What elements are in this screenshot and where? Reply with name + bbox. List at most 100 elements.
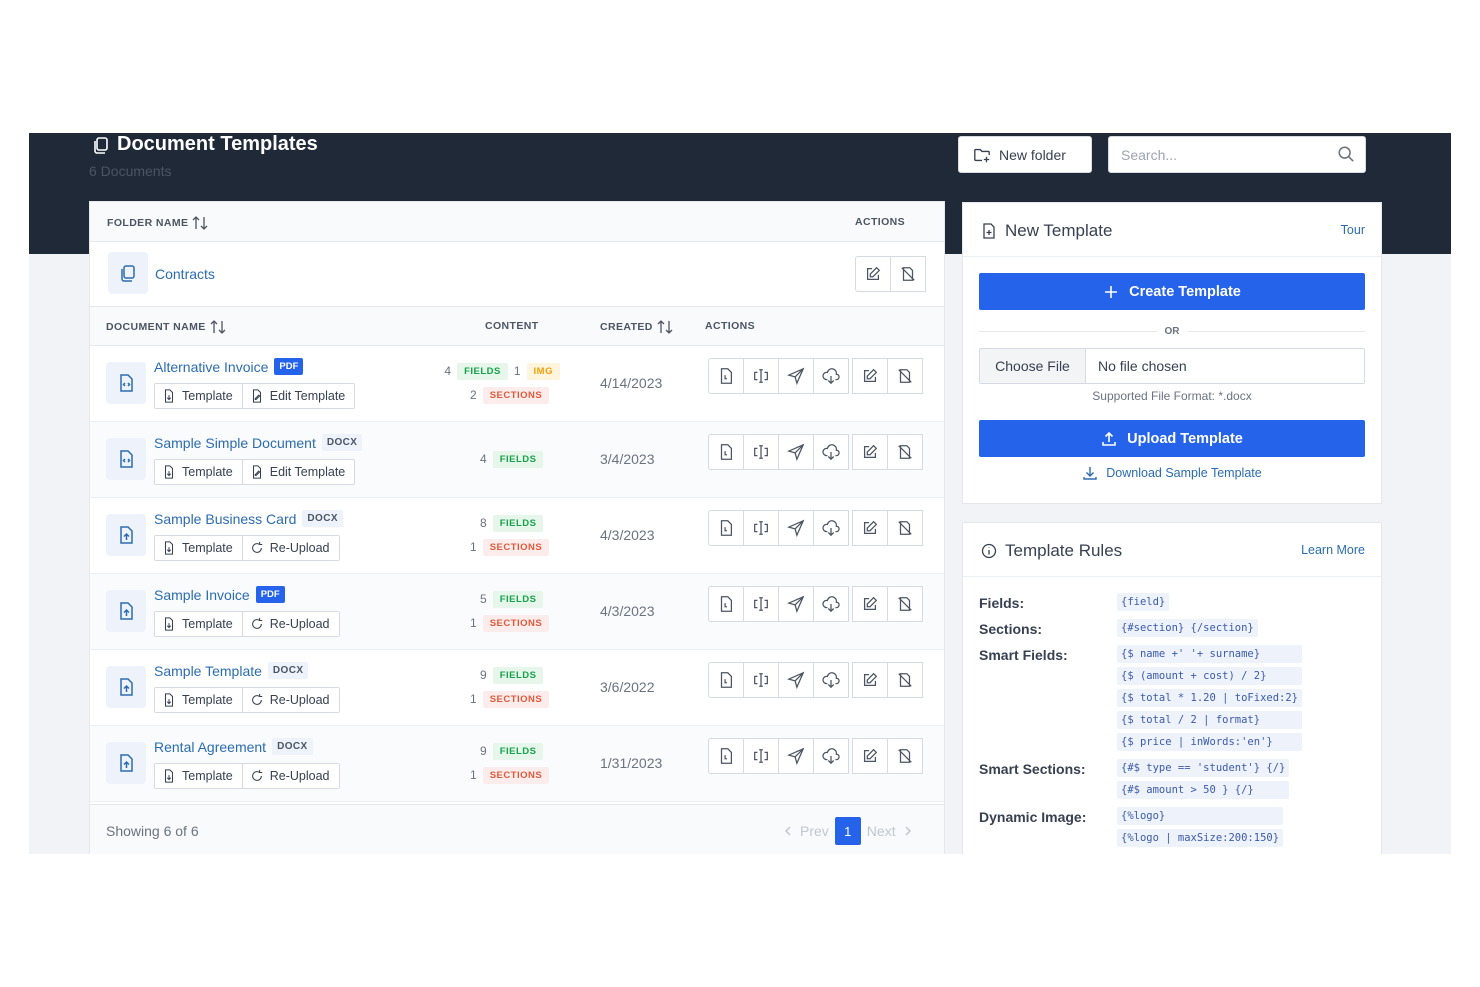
- table-row[interactable]: Rental Agreement DOCX Template Re-Upload …: [90, 726, 944, 802]
- delete-icon: [901, 267, 915, 281]
- sort-icon: [657, 320, 673, 334]
- folder-row[interactable]: Contracts: [90, 242, 944, 306]
- fields-editor-button[interactable]: [743, 510, 779, 546]
- send-button[interactable]: [778, 586, 814, 622]
- template-download-button[interactable]: Template: [155, 536, 242, 560]
- learn-more-link[interactable]: Learn More: [1301, 543, 1365, 557]
- document-name[interactable]: Sample Business Card DOCX: [154, 510, 343, 527]
- fields-tag: FIELDS: [492, 666, 544, 684]
- cloud-download-button[interactable]: [813, 586, 849, 622]
- table-row[interactable]: Sample Invoice PDF Template Re-Upload 5 FI…: [90, 574, 944, 650]
- send-button[interactable]: [778, 510, 814, 546]
- cloud-download-button[interactable]: [813, 434, 849, 470]
- table-row[interactable]: Sample Template DOCX Template Re-Upload 9…: [90, 650, 944, 726]
- sections-tag: SECTIONS: [482, 690, 550, 708]
- table-row[interactable]: Alternative Invoice PDF Template Edit Tem…: [90, 346, 944, 422]
- delete-button[interactable]: [887, 586, 923, 622]
- table-row[interactable]: Sample Simple Document DOCX Template Edit…: [90, 422, 944, 498]
- folder-name[interactable]: Contracts: [155, 266, 215, 282]
- preview-button[interactable]: [708, 434, 744, 470]
- edit-template-button[interactable]: Edit Template: [241, 384, 355, 408]
- preview-button[interactable]: [708, 510, 744, 546]
- template-download-button[interactable]: Template: [155, 460, 242, 484]
- send-button[interactable]: [778, 358, 814, 394]
- reupload-button[interactable]: Re-Upload: [241, 688, 339, 712]
- upload-template-button[interactable]: Upload Template: [979, 420, 1365, 457]
- page-1-button[interactable]: 1: [834, 817, 861, 845]
- rule-label: Dynamic Image:: [979, 809, 1087, 825]
- search-icon[interactable]: [1337, 145, 1355, 163]
- edit-button[interactable]: [852, 510, 888, 546]
- tour-link[interactable]: Tour: [1341, 223, 1365, 237]
- template-button-label: Template: [182, 693, 233, 707]
- fields-editor-button[interactable]: [743, 586, 779, 622]
- cloud-download-button[interactable]: [813, 738, 849, 774]
- choose-file-button[interactable]: Choose File: [980, 349, 1086, 383]
- document-table-header: DOCUMENT NAME CONTENT CREATED ACTIONS: [90, 306, 944, 346]
- next-page-button[interactable]: Next: [867, 823, 896, 839]
- new-folder-button[interactable]: New folder: [958, 136, 1092, 173]
- fields-editor-button[interactable]: [743, 434, 779, 470]
- send-button[interactable]: [778, 738, 814, 774]
- document-name[interactable]: Alternative Invoice PDF: [154, 358, 304, 375]
- folder-name-header[interactable]: FOLDER NAME: [107, 216, 208, 230]
- plus-icon: [1105, 285, 1118, 298]
- reupload-button[interactable]: Re-Upload: [241, 764, 339, 788]
- rule-dynamic-image: Dynamic Image: {%logo} {%logo | maxSize:…: [979, 807, 1369, 847]
- preview-button[interactable]: [708, 586, 744, 622]
- delete-button[interactable]: [887, 510, 923, 546]
- sections-count: 1: [470, 540, 477, 554]
- file-input[interactable]: Choose File No file chosen: [979, 348, 1365, 384]
- template-button-label: Template: [182, 465, 233, 479]
- table-row[interactable]: Sample Business Card DOCX Template Re-Upl…: [90, 498, 944, 574]
- reupload-button[interactable]: Re-Upload: [241, 612, 339, 636]
- document-name[interactable]: Rental Agreement DOCX: [154, 738, 313, 755]
- created-header[interactable]: CREATED: [600, 320, 673, 334]
- file-download-icon: [164, 693, 174, 707]
- template-download-button[interactable]: Template: [155, 384, 242, 408]
- delete-button[interactable]: [887, 662, 923, 698]
- cloud-download-button[interactable]: [813, 510, 849, 546]
- download-sample-link[interactable]: Download Sample Template: [979, 465, 1365, 481]
- edit-folder-button[interactable]: [855, 256, 891, 292]
- document-name-header[interactable]: DOCUMENT NAME: [106, 320, 226, 334]
- preview-button[interactable]: [708, 738, 744, 774]
- template-button-label: Template: [182, 617, 233, 631]
- cloud-download-button[interactable]: [813, 662, 849, 698]
- delete-button[interactable]: [887, 738, 923, 774]
- edit-button[interactable]: [852, 358, 888, 394]
- delete-folder-button[interactable]: [890, 256, 926, 292]
- download-sample-label: Download Sample Template: [1106, 466, 1262, 480]
- download-icon: [1083, 467, 1097, 480]
- template-download-button[interactable]: Template: [155, 688, 242, 712]
- fields-editor-button[interactable]: [743, 738, 779, 774]
- refresh-icon: [251, 541, 262, 553]
- rule-code: {$ (amount + cost) / 2}: [1117, 667, 1303, 685]
- row-actions: [708, 358, 923, 394]
- preview-button[interactable]: [708, 358, 744, 394]
- send-button[interactable]: [778, 434, 814, 470]
- document-name[interactable]: Sample Simple Document DOCX: [154, 434, 363, 451]
- fields-editor-button[interactable]: [743, 358, 779, 394]
- delete-button[interactable]: [887, 434, 923, 470]
- send-icon: [787, 747, 805, 765]
- delete-button[interactable]: [887, 358, 923, 394]
- edit-button[interactable]: [852, 662, 888, 698]
- create-template-button[interactable]: Create Template: [979, 273, 1365, 310]
- search-input[interactable]: [1109, 137, 1319, 172]
- prev-page-button[interactable]: Prev: [800, 823, 829, 839]
- fields-editor-button[interactable]: [743, 662, 779, 698]
- app-frame: Document Templates 6 Documents New folde…: [29, 133, 1451, 854]
- document-name[interactable]: Sample Template DOCX: [154, 662, 309, 679]
- reupload-button[interactable]: Re-Upload: [241, 536, 339, 560]
- send-button[interactable]: [778, 662, 814, 698]
- template-download-button[interactable]: Template: [155, 764, 242, 788]
- cloud-download-button[interactable]: [813, 358, 849, 394]
- edit-button[interactable]: [852, 738, 888, 774]
- edit-template-button[interactable]: Edit Template: [241, 460, 355, 484]
- edit-button[interactable]: [852, 434, 888, 470]
- template-download-button[interactable]: Template: [155, 612, 242, 636]
- document-name[interactable]: Sample Invoice PDF: [154, 586, 285, 603]
- preview-button[interactable]: [708, 662, 744, 698]
- edit-button[interactable]: [852, 586, 888, 622]
